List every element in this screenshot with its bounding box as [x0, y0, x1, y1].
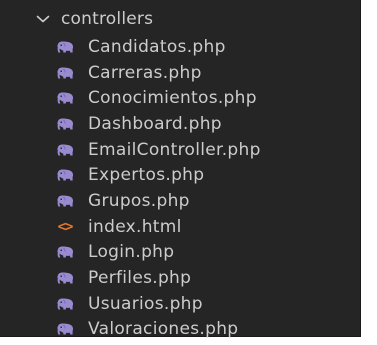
- php-elephant-icon: [52, 319, 78, 339]
- php-elephant-icon: [52, 37, 78, 57]
- file-item[interactable]: Candidatos.php: [0, 34, 360, 60]
- file-item[interactable]: Carreras.php: [0, 60, 360, 86]
- file-item[interactable]: Login.php: [0, 240, 360, 266]
- php-elephant-icon: [52, 63, 78, 83]
- file-list: Candidatos.php Carreras.php Conocimiento…: [0, 34, 360, 342]
- file-label: Conocimientos.php: [88, 88, 257, 109]
- html-icon: <>: [57, 218, 74, 235]
- php-elephant-icon: [52, 268, 78, 288]
- file-item[interactable]: Perfiles.php: [0, 265, 360, 291]
- file-label: Candidatos.php: [88, 36, 226, 57]
- php-elephant-icon: [52, 191, 78, 211]
- file-item[interactable]: Grupos.php: [0, 188, 360, 214]
- file-explorer: controllers Candidatos.php Carreras.php …: [0, 0, 361, 339]
- file-item[interactable]: EmailController.php: [0, 137, 360, 163]
- file-label: Dashboard.php: [88, 113, 222, 134]
- php-elephant-icon: [52, 294, 78, 314]
- file-item[interactable]: <> index.html: [0, 214, 360, 240]
- file-label: Grupos.php: [88, 190, 190, 211]
- file-label: Perfiles.php: [88, 268, 192, 289]
- file-label: Login.php: [88, 242, 175, 263]
- folder-label: controllers: [61, 9, 154, 29]
- php-elephant-icon: [52, 88, 78, 108]
- file-label: Usuarios.php: [88, 293, 203, 314]
- chevron-down-icon[interactable]: [30, 6, 56, 32]
- file-label: EmailController.php: [88, 139, 261, 160]
- file-item[interactable]: Valoraciones.php: [0, 317, 360, 343]
- file-label: Expertos.php: [88, 165, 205, 186]
- file-label: Carreras.php: [88, 62, 202, 83]
- php-elephant-icon: [52, 140, 78, 160]
- php-elephant-icon: [52, 242, 78, 262]
- file-item[interactable]: Expertos.php: [0, 162, 360, 188]
- file-label: index.html: [88, 216, 182, 237]
- file-item[interactable]: Usuarios.php: [0, 291, 360, 317]
- file-label: Valoraciones.php: [88, 319, 239, 340]
- file-item[interactable]: Dashboard.php: [0, 111, 360, 137]
- file-item[interactable]: Conocimientos.php: [0, 85, 360, 111]
- php-elephant-icon: [52, 114, 78, 134]
- php-elephant-icon: [52, 165, 78, 185]
- folder-controllers[interactable]: controllers: [0, 6, 360, 32]
